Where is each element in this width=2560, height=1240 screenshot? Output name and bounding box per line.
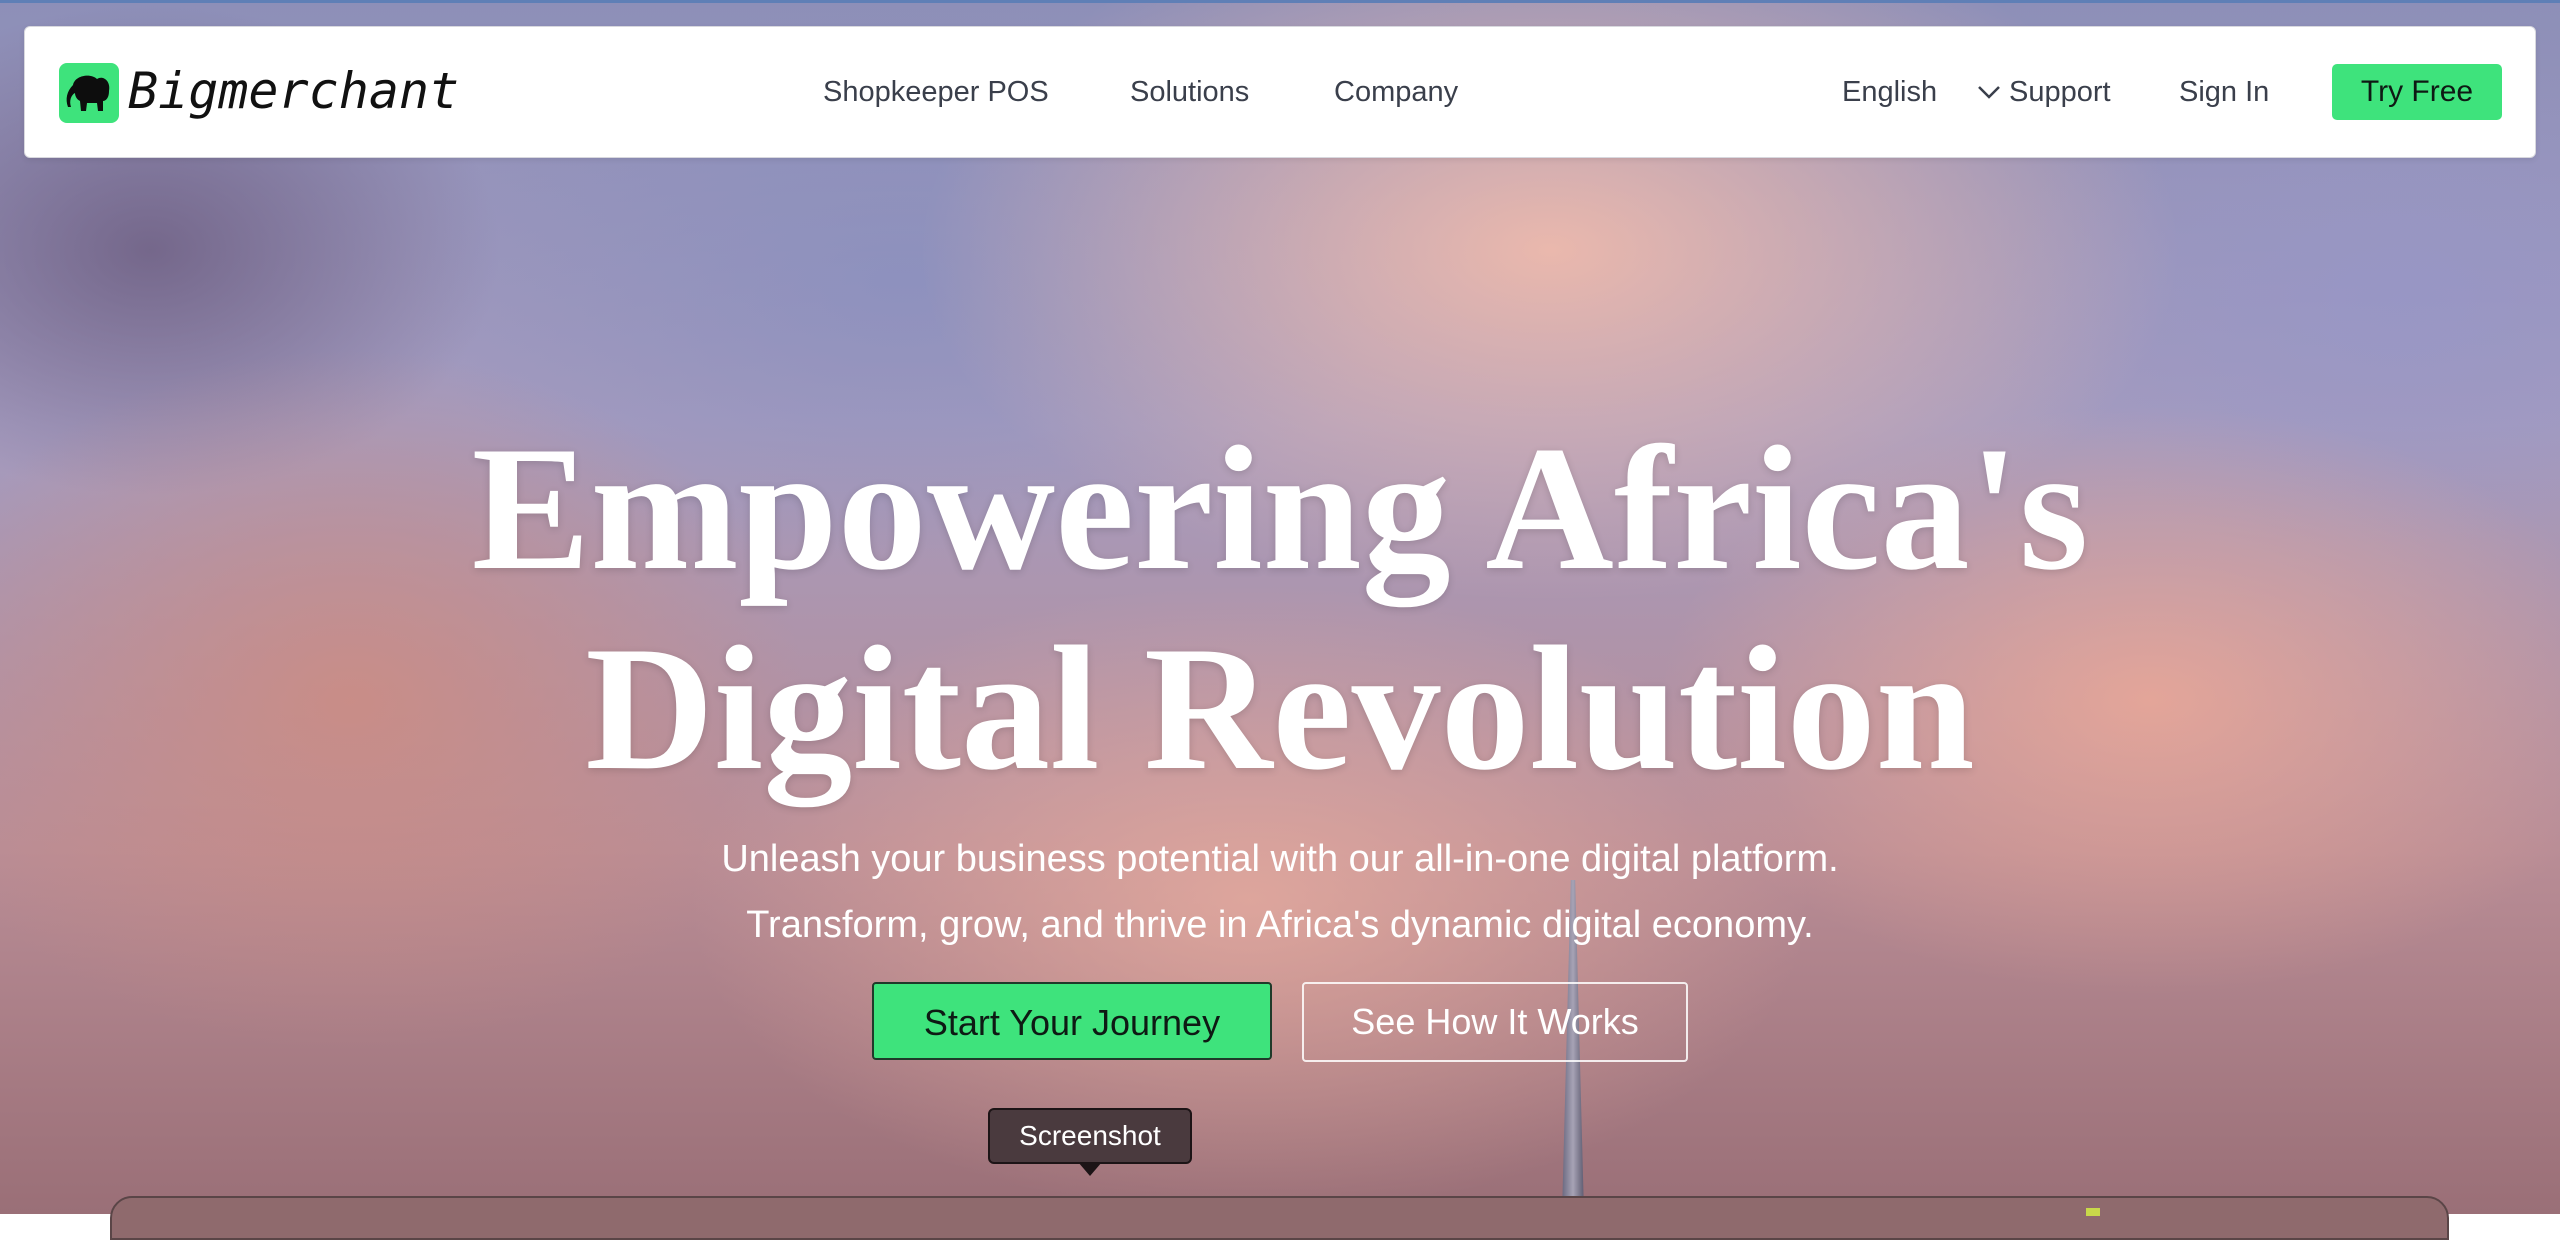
- headline-line-2: Digital Revolution: [585, 609, 1975, 807]
- logo[interactable]: [59, 63, 119, 123]
- screenshot-tooltip: Screenshot: [988, 1108, 1192, 1164]
- see-how-it-works-button[interactable]: See How It Works: [1302, 982, 1688, 1062]
- headline-line-1: Empowering Africa's: [471, 409, 2089, 607]
- nav-support[interactable]: Support: [2009, 67, 2111, 117]
- chevron-down-icon: [1978, 86, 2000, 99]
- browser-top-edge: [0, 0, 2560, 3]
- language-label: English: [1842, 76, 1938, 108]
- try-free-button[interactable]: Try Free: [2332, 64, 2502, 120]
- hero-subtitle: Unleash your business potential with our…: [0, 826, 2560, 958]
- nav-solutions[interactable]: Solutions: [1130, 67, 1249, 117]
- nav-company[interactable]: Company: [1334, 67, 1458, 117]
- language-selector[interactable]: English: [1842, 67, 2000, 117]
- brand-name[interactable]: Bigmerchant: [128, 61, 459, 121]
- elephant-icon: [66, 75, 110, 111]
- tooltip-arrow: [1078, 1162, 1102, 1176]
- subtitle-line-2: Transform, grow, and thrive in Africa's …: [746, 904, 1814, 946]
- hero-headline: Empowering Africa's Digital Revolution: [0, 408, 2560, 808]
- navbar: Bigmerchant Shopkeeper POS Solutions Com…: [24, 26, 2536, 158]
- preview-indicator: [2086, 1208, 2100, 1216]
- nav-sign-in[interactable]: Sign In: [2179, 67, 2269, 117]
- app-preview-frame: [110, 1196, 2449, 1240]
- subtitle-line-1: Unleash your business potential with our…: [721, 838, 1839, 880]
- start-journey-button[interactable]: Start Your Journey: [872, 982, 1272, 1060]
- nav-shopkeeper-pos[interactable]: Shopkeeper POS: [823, 67, 1049, 117]
